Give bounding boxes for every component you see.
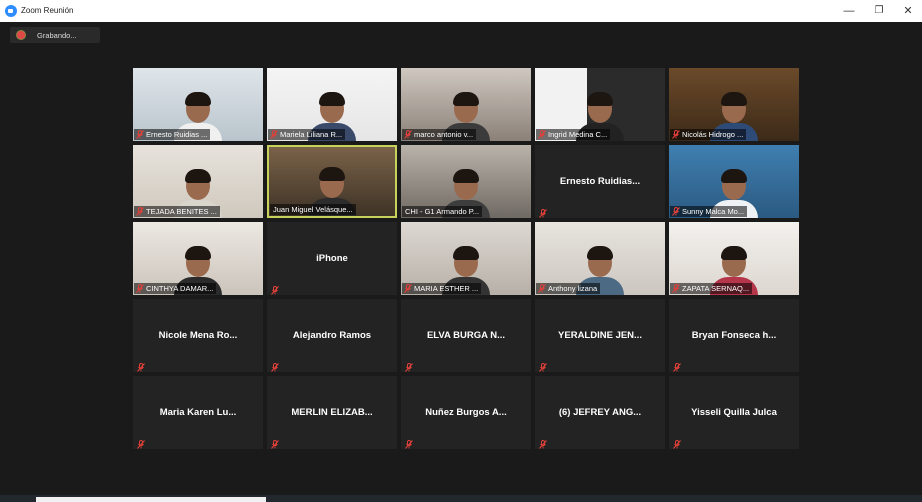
participant-name: Bryan Fonseca h...	[691, 330, 777, 341]
participant-tile[interactable]: Ernesto Ruidias...	[535, 145, 665, 218]
participant-name: Yisseli Quilla Julca	[691, 407, 777, 418]
participant-tile[interactable]: Juan Miguel Velásque...	[267, 145, 397, 218]
participant-name-label: Juan Miguel Velásque...	[270, 204, 356, 215]
restore-icon[interactable]: ❐	[868, 3, 890, 19]
participant-tile[interactable]: YERALDINE JEN...	[535, 299, 665, 372]
participant-tile[interactable]: Nicole Mena Ro...	[133, 299, 263, 372]
mic-muted-icon	[672, 284, 680, 293]
participant-name: MARIA ESTHER ...	[414, 284, 479, 293]
mic-muted-icon	[673, 359, 681, 372]
participant-name-label: Nicolás Hidrogo ...	[670, 129, 747, 140]
participant-tile[interactable]: MARIA ESTHER ...	[401, 222, 531, 295]
taskbar-strip	[0, 495, 922, 502]
participant-name: marco antonio v...	[414, 130, 474, 139]
participant-name-label: Mariela Liliana R...	[268, 129, 346, 140]
mic-muted-icon	[405, 359, 413, 372]
mic-muted-icon	[270, 130, 278, 139]
participant-name-label: marco antonio v...	[402, 129, 477, 140]
participant-name: ELVA BURGA N...	[426, 330, 506, 341]
mic-muted-icon	[271, 436, 279, 449]
mic-muted-icon	[136, 284, 144, 293]
participant-name: iPhone	[316, 253, 348, 264]
recording-dot-icon	[17, 31, 25, 39]
mic-muted-icon	[539, 436, 547, 449]
participant-name-label: ZAPATA SERNAQ...	[670, 283, 753, 294]
participant-tile[interactable]: Ingrid Medina C...	[535, 68, 665, 141]
mic-muted-icon	[405, 436, 413, 449]
mic-muted-icon	[672, 130, 680, 139]
participant-name: Ernesto Ruidias ...	[146, 130, 208, 139]
mic-muted-icon	[136, 207, 144, 216]
mic-muted-icon	[538, 130, 546, 139]
mic-muted-icon	[271, 359, 279, 372]
participant-name: Nicole Mena Ro...	[158, 330, 238, 341]
participant-name: CINTHYA DAMAR...	[146, 284, 214, 293]
participant-tile[interactable]: CINTHYA DAMAR...	[133, 222, 263, 295]
participant-tile[interactable]: (6) JEFREY ANG...	[535, 376, 665, 449]
mic-muted-icon	[136, 130, 144, 139]
participant-name: Alejandro Ramos	[292, 330, 372, 341]
participant-name: TEJADA BENITES ...	[146, 207, 217, 216]
participant-tile[interactable]: MERLIN ELIZAB...	[267, 376, 397, 449]
participant-tile[interactable]: TEJADA BENITES ...	[133, 145, 263, 218]
participant-name: Nicolás Hidrogo ...	[682, 130, 744, 139]
mic-muted-icon	[673, 436, 681, 449]
participant-name: YERALDINE JEN...	[558, 330, 642, 341]
participant-name-label: Ingrid Medina C...	[536, 129, 611, 140]
minimize-icon[interactable]: —	[838, 3, 860, 19]
participant-name: Maria Karen Lu...	[159, 407, 237, 418]
participant-name: ZAPATA SERNAQ...	[682, 284, 750, 293]
mic-muted-icon	[137, 436, 145, 449]
participant-tile[interactable]: Ernesto Ruidias ...	[133, 68, 263, 141]
participant-tile[interactable]: marco antonio v...	[401, 68, 531, 141]
participant-tile[interactable]: Maria Karen Lu...	[133, 376, 263, 449]
mic-muted-icon	[538, 284, 546, 293]
recording-label: Grabando...	[37, 31, 77, 40]
participant-name: Juan Miguel Velásque...	[273, 205, 353, 214]
participant-name: Mariela Liliana R...	[280, 130, 343, 139]
recording-indicator[interactable]: Grabando...	[10, 27, 100, 43]
participant-tile[interactable]: Nuñez Burgos A...	[401, 376, 531, 449]
participant-name: (6) JEFREY ANG...	[558, 407, 642, 418]
window-title: Zoom Reunión	[21, 6, 74, 15]
mic-muted-icon	[672, 207, 680, 216]
participant-tile[interactable]: ZAPATA SERNAQ...	[669, 222, 799, 295]
participant-name: Ingrid Medina C...	[548, 130, 608, 139]
participant-tile[interactable]: Nicolás Hidrogo ...	[669, 68, 799, 141]
participant-tile[interactable]: CHI - G1 Armando P...	[401, 145, 531, 218]
participant-name-label: Ernesto Ruidias ...	[134, 129, 211, 140]
mic-muted-icon	[539, 205, 547, 218]
zoom-logo-icon	[5, 5, 17, 17]
participant-name-label: TEJADA BENITES ...	[134, 206, 220, 217]
participant-name-label: MARIA ESTHER ...	[402, 283, 482, 294]
participant-tile[interactable]: Sunny Malca Mo...	[669, 145, 799, 218]
mic-muted-icon	[137, 359, 145, 372]
participant-tile[interactable]: Mariela Liliana R...	[267, 68, 397, 141]
participant-name: CHI - G1 Armando P...	[405, 207, 480, 216]
participant-tile[interactable]: Bryan Fonseca h...	[669, 299, 799, 372]
participant-name: Sunny Malca Mo...	[682, 207, 745, 216]
participant-tile[interactable]: Yisseli Quilla Julca	[669, 376, 799, 449]
participant-tile[interactable]: Anthony lizana	[535, 222, 665, 295]
window-title-bar: Zoom Reunión — ❐ ✕	[0, 0, 922, 22]
participant-tile[interactable]: Alejandro Ramos	[267, 299, 397, 372]
participant-tile[interactable]: iPhone	[267, 222, 397, 295]
participant-name-label: CINTHYA DAMAR...	[134, 283, 217, 294]
mic-muted-icon	[539, 359, 547, 372]
participant-name-label: CHI - G1 Armando P...	[402, 206, 483, 217]
participant-name: MERLIN ELIZAB...	[291, 407, 373, 418]
close-icon[interactable]: ✕	[897, 3, 919, 19]
participant-name: Anthony lizana	[548, 284, 598, 293]
taskbar-item[interactable]	[36, 497, 266, 502]
participant-name-label: Sunny Malca Mo...	[670, 206, 748, 217]
participant-name-label: Anthony lizana	[536, 283, 601, 294]
mic-muted-icon	[271, 282, 279, 295]
participant-tile[interactable]: ELVA BURGA N...	[401, 299, 531, 372]
mic-muted-icon	[404, 284, 412, 293]
participant-name: Ernesto Ruidias...	[559, 176, 641, 187]
participant-name: Nuñez Burgos A...	[425, 407, 507, 418]
mic-muted-icon	[404, 130, 412, 139]
